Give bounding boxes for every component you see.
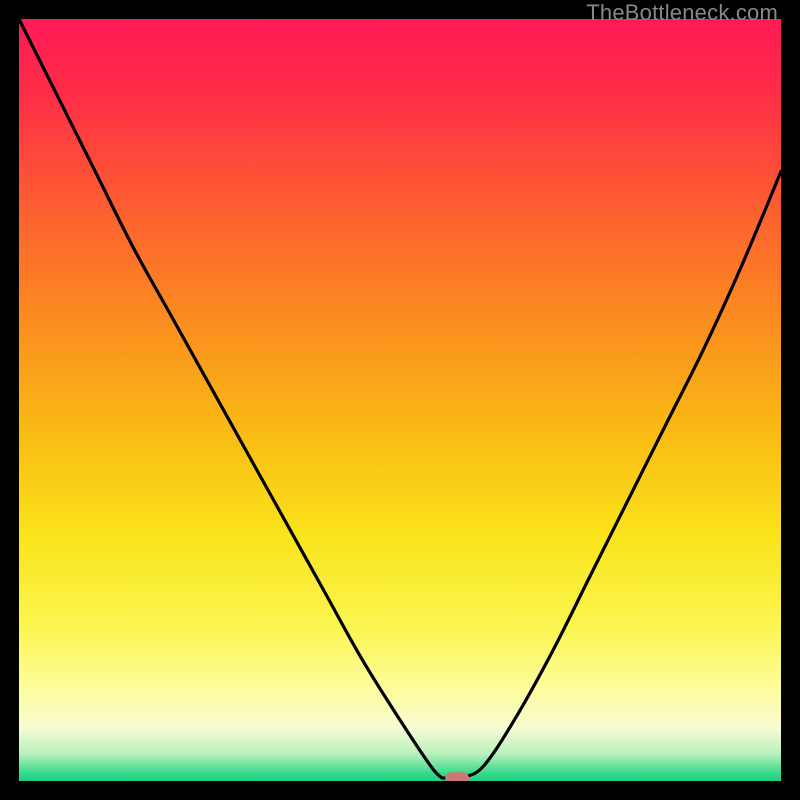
gradient-background [19, 19, 781, 781]
chart-container: TheBottleneck.com [0, 0, 800, 800]
chart-svg [19, 19, 781, 781]
plot-area [19, 19, 781, 781]
optimal-marker [445, 772, 469, 781]
watermark-text: TheBottleneck.com [586, 0, 778, 26]
